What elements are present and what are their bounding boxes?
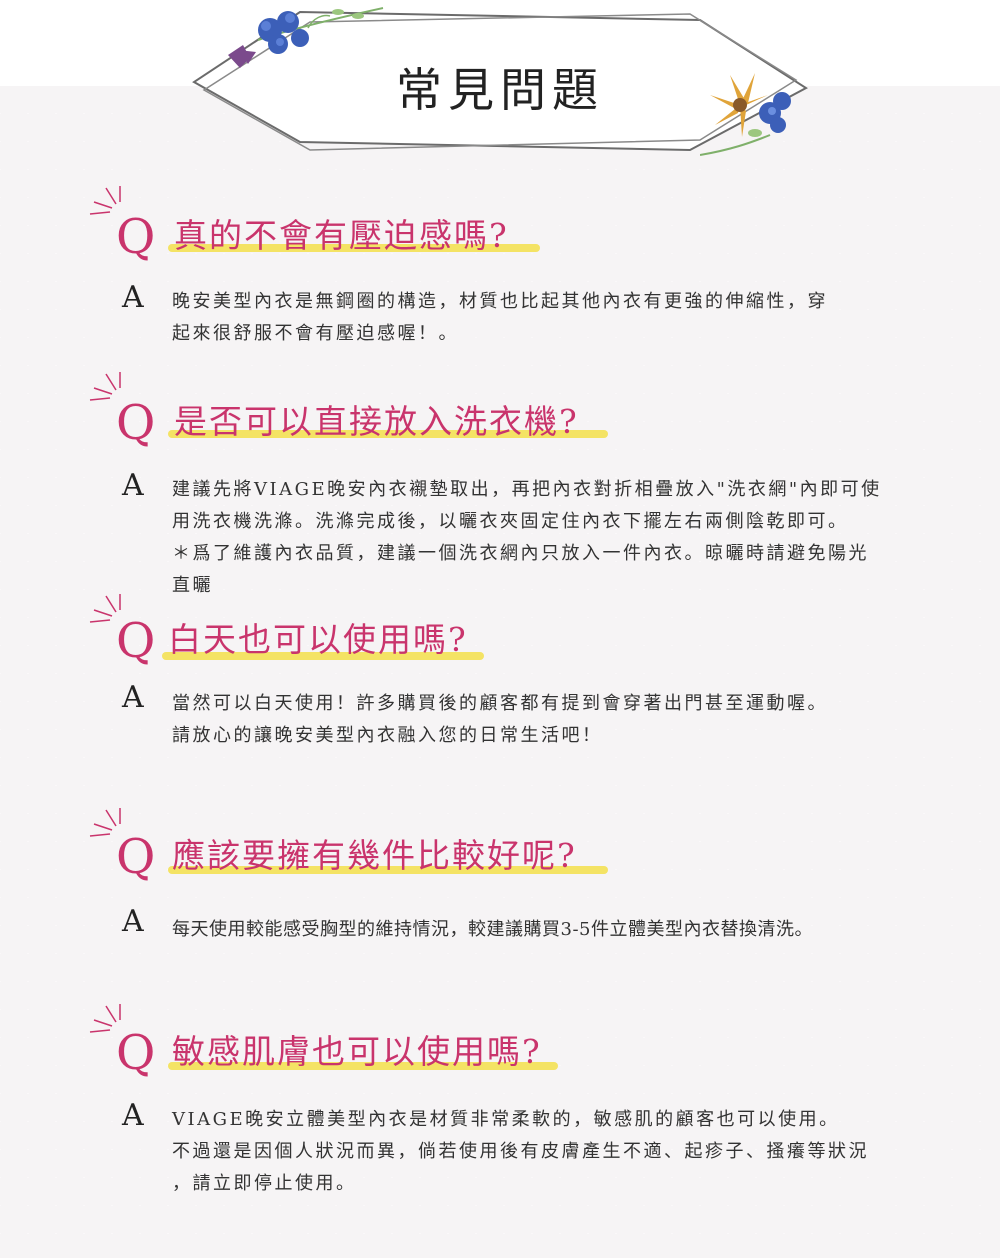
answer-line: 建議先將VIAGE晚安內衣襯墊取出，再把內衣對折相疊放入"洗衣網"內即可使 — [172, 479, 882, 500]
answer-line: 用洗衣機洗滌。洗滌完成後，以曬衣夾固定住內衣下擺左右兩側陰乾即可。 — [172, 511, 849, 532]
question-marker: Q — [116, 209, 156, 265]
answer-text: 當然可以白天使用！許多購買後的顧客都有提到會穿著出門甚至運動喔。 請放心的讓晚安… — [172, 688, 932, 752]
answer-line: 起來很舒服不會有壓迫感喔！。 — [172, 323, 459, 344]
answer-line: 晚安美型內衣是無鋼圈的構造，材質也比起其他內衣有更強的伸縮性，穿 — [172, 291, 828, 312]
answer-marker: A — [122, 680, 144, 715]
answer-text: 建議先將VIAGE晚安內衣襯墊取出，再把內衣對折相疊放入"洗衣網"內即可使 用洗… — [172, 474, 932, 602]
answer-line: ，請立即停止使用。 — [172, 1173, 357, 1194]
question-marker: Q — [116, 395, 156, 451]
flower-decoration-right — [700, 73, 791, 156]
answer-line: 不過還是因個人狀況而異，倘若使用後有皮膚產生不適、起疹子、搔癢等狀況 — [172, 1141, 869, 1162]
answer-line: 當然可以白天使用！許多購買後的顧客都有提到會穿著出門甚至運動喔。 — [172, 693, 828, 714]
answer-line: VIAGE晚安立體美型內衣是材質非常柔軟的，敏感肌的顧客也可以使用。 — [172, 1109, 840, 1130]
question-marker: Q — [116, 1025, 156, 1081]
answer-line: 請放心的讓晚安美型內衣融入您的日常生活吧！ — [172, 725, 603, 746]
answer-marker: A — [122, 280, 144, 315]
answer-marker: A — [122, 1098, 144, 1133]
question-text: 白天也可以使用嗎? — [168, 620, 468, 659]
answer-text: 每天使用較能感受胸型的維持情況，較建議購買3-5件立體美型內衣替換清洗。 — [172, 914, 932, 946]
question-text: 真的不會有壓迫感嗎? — [174, 216, 509, 255]
answer-text: 晚安美型內衣是無鋼圈的構造，材質也比起其他內衣有更強的伸縮性，穿 起來很舒服不會… — [172, 286, 932, 350]
answer-text: VIAGE晚安立體美型內衣是材質非常柔軟的，敏感肌的顧客也可以使用。 不過還是因… — [172, 1104, 932, 1200]
answer-marker: A — [122, 468, 144, 503]
question-text: 敏感肌膚也可以使用嗎? — [172, 1032, 542, 1071]
answer-line: ＊爲了維護內衣品質，建議一個洗衣網內只放入一件內衣。晾曬時請避免陽光 — [172, 543, 869, 564]
question-text: 應該要擁有幾件比較好呢? — [172, 836, 577, 875]
question-marker: Q — [116, 613, 156, 669]
answer-line: 直曬 — [172, 575, 213, 596]
question-text: 是否可以直接放入洗衣機? — [174, 402, 579, 441]
question-marker: Q — [116, 829, 156, 885]
answer-marker: A — [122, 904, 144, 939]
answer-line: 每天使用較能感受胸型的維持情況，較建議購買3-5件立體美型內衣替換清洗。 — [172, 919, 813, 940]
flower-decoration-left — [228, 7, 384, 68]
